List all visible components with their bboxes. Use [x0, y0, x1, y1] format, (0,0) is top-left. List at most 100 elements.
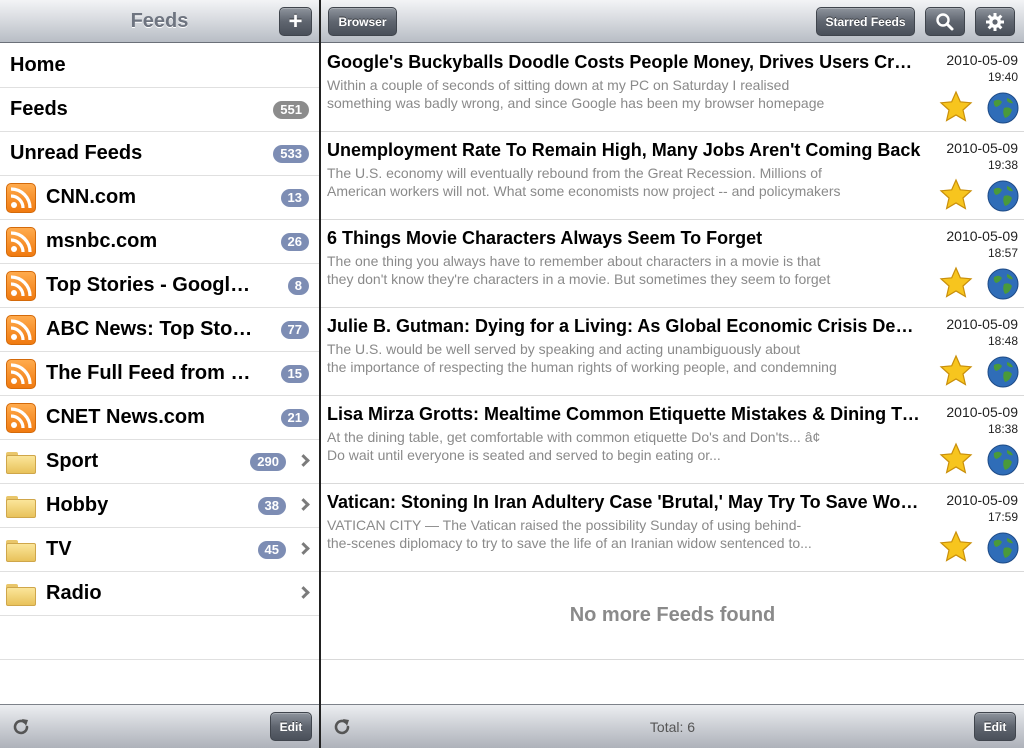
sidebar-item-hobby[interactable]: Hobby 38 [0, 484, 319, 528]
browser-button[interactable]: Browser [328, 7, 397, 36]
count-badge: 8 [287, 277, 309, 295]
count-badge: 45 [257, 541, 286, 559]
sidebar-item-huffington[interactable]: The Full Feed from HuffingtonPost.com 15 [0, 352, 319, 396]
feed-summary: The U.S. would be well served by speakin… [327, 341, 801, 357]
sidebar-item-unread-feeds[interactable]: Unread Feeds 533 [0, 132, 319, 176]
count-badge: 77 [280, 321, 309, 339]
sidebar-title: Feeds [130, 10, 189, 32]
feed-footer-bar: Total: 6 Edit [321, 704, 1024, 748]
count-badge: 13 [280, 189, 309, 207]
feed-item[interactable]: Lisa Mirza Grotts: Mealtime Common Etiqu… [321, 396, 1024, 484]
sidebar-item-label: ABC News: Top Stories [46, 318, 258, 340]
star-icon[interactable] [939, 442, 973, 476]
count-badge: 15 [280, 365, 309, 383]
sidebar-item-label: Hobby [46, 494, 109, 516]
sidebar-item-label: Sport [46, 450, 99, 472]
star-icon[interactable] [939, 266, 973, 300]
settings-button[interactable] [975, 7, 1015, 36]
sidebar-footer-bar: Edit [0, 704, 319, 748]
feed-item[interactable]: Google's Buckyballs Doodle Costs People … [321, 44, 1024, 132]
globe-icon[interactable] [987, 268, 1019, 300]
feed-summary: The one thing you always have to remembe… [327, 253, 821, 269]
sidebar-item-sport[interactable]: Sport 290 [0, 440, 319, 484]
feed-toolbar: Browser Starred Feeds [321, 0, 1024, 43]
refresh-icon[interactable] [10, 716, 32, 738]
feed-summary: At the dining table, get comfortable wit… [327, 429, 821, 445]
add-feed-button[interactable]: + [279, 7, 312, 36]
feed-pane: Browser Starred Feeds Google's Buckyball… [321, 0, 1024, 748]
star-icon[interactable] [939, 90, 973, 124]
sidebar-list: Home Feeds 551 Unread Feeds 533 CNN.com … [0, 44, 319, 660]
globe-icon[interactable] [987, 356, 1019, 388]
feed-edit-button[interactable]: Edit [974, 712, 1016, 741]
total-count: Total: 6 [649, 719, 696, 735]
sidebar-item-feeds[interactable]: Feeds 551 [0, 88, 319, 132]
feed-date: 2010-05-09 [946, 404, 1018, 420]
feed-time: 17:59 [987, 510, 1018, 524]
sidebar-item-abc-news[interactable]: ABC News: Top Stories 77 [0, 308, 319, 352]
sidebar-item-google-news[interactable]: Top Stories - Google News 8 [0, 264, 319, 308]
count-badge: 551 [273, 101, 309, 119]
sidebar-pane: Feeds + Home Feeds 551 Unread Feeds 533 … [0, 0, 319, 748]
count-badge: 21 [280, 409, 309, 427]
chevron-right-icon [297, 586, 310, 599]
feed-time: 18:57 [987, 246, 1018, 260]
feed-date: 2010-05-09 [946, 228, 1018, 244]
feed-date: 2010-05-09 [946, 316, 1018, 332]
star-icon[interactable] [939, 530, 973, 564]
globe-icon[interactable] [987, 180, 1019, 212]
star-icon[interactable] [939, 178, 973, 212]
gear-icon [986, 12, 1004, 31]
feed-title: Lisa Mirza Grotts: Mealtime Common Etiqu… [327, 404, 921, 424]
feed-item[interactable]: Vatican: Stoning In Iran Adultery Case '… [321, 484, 1024, 572]
rss-icon [6, 402, 36, 433]
search-button[interactable] [925, 7, 965, 36]
rss-icon [6, 270, 36, 301]
feed-summary: they don't know they're characters in a … [327, 271, 831, 287]
sidebar-item-label: Radio [46, 582, 102, 604]
search-icon [936, 12, 954, 30]
rss-icon [6, 314, 36, 345]
feed-summary: American workers will not. What some eco… [327, 183, 841, 199]
chevron-right-icon [297, 454, 310, 467]
feed-summary: VATICAN CITY — The Vatican raised the po… [327, 517, 802, 533]
feed-item[interactable]: 6 Things Movie Characters Always Seem To… [321, 220, 1024, 308]
feed-time: 19:38 [987, 158, 1018, 172]
count-badge: 26 [280, 233, 309, 251]
sidebar-item-tv[interactable]: TV 45 [0, 528, 319, 572]
count-badge: 290 [250, 453, 286, 471]
feed-title: 6 Things Movie Characters Always Seem To… [327, 228, 763, 248]
sidebar-item-label: Unread Feeds [10, 142, 143, 164]
feed-summary: Within a couple of seconds of sitting do… [327, 77, 790, 93]
feed-title: Unemployment Rate To Remain High, Many J… [327, 140, 921, 160]
starred-feeds-button[interactable]: Starred Feeds [816, 7, 915, 36]
sidebar-item-label: msnbc.com [46, 230, 158, 252]
feed-time: 18:48 [987, 334, 1018, 348]
feed-title: Google's Buckyballs Doodle Costs People … [327, 52, 921, 72]
globe-icon[interactable] [987, 92, 1019, 124]
sidebar-item-home[interactable]: Home [0, 44, 319, 88]
rss-icon [6, 182, 36, 213]
rss-icon [6, 358, 36, 389]
globe-icon[interactable] [987, 532, 1019, 564]
sidebar-item-label: Top Stories - Google News [46, 274, 258, 296]
sidebar-edit-button[interactable]: Edit [270, 712, 312, 741]
feed-time: 18:38 [987, 422, 1018, 436]
sidebar-item-label: CNN.com [46, 186, 137, 208]
feed-title: Julie B. Gutman: Dying for a Living: As … [327, 316, 921, 336]
sidebar-item-msnbc[interactable]: msnbc.com 26 [0, 220, 319, 264]
sidebar-item-cnet[interactable]: CNET News.com 21 [0, 396, 319, 440]
no-more-feeds-message: No more Feeds found [321, 572, 1024, 660]
feed-item[interactable]: Unemployment Rate To Remain High, Many J… [321, 132, 1024, 220]
feed-date: 2010-05-09 [946, 140, 1018, 156]
sidebar-item-radio[interactable]: Radio [0, 572, 319, 616]
feed-item[interactable]: Julie B. Gutman: Dying for a Living: As … [321, 308, 1024, 396]
feed-date: 2010-05-09 [946, 52, 1018, 68]
feed-summary: the importance of respecting the human r… [327, 359, 837, 375]
folder-icon [6, 535, 36, 565]
globe-icon[interactable] [987, 444, 1019, 476]
sidebar-item-label: CNET News.com [46, 406, 205, 428]
sidebar-item-cnn[interactable]: CNN.com 13 [0, 176, 319, 220]
star-icon[interactable] [939, 354, 973, 388]
empty-row [0, 616, 319, 660]
